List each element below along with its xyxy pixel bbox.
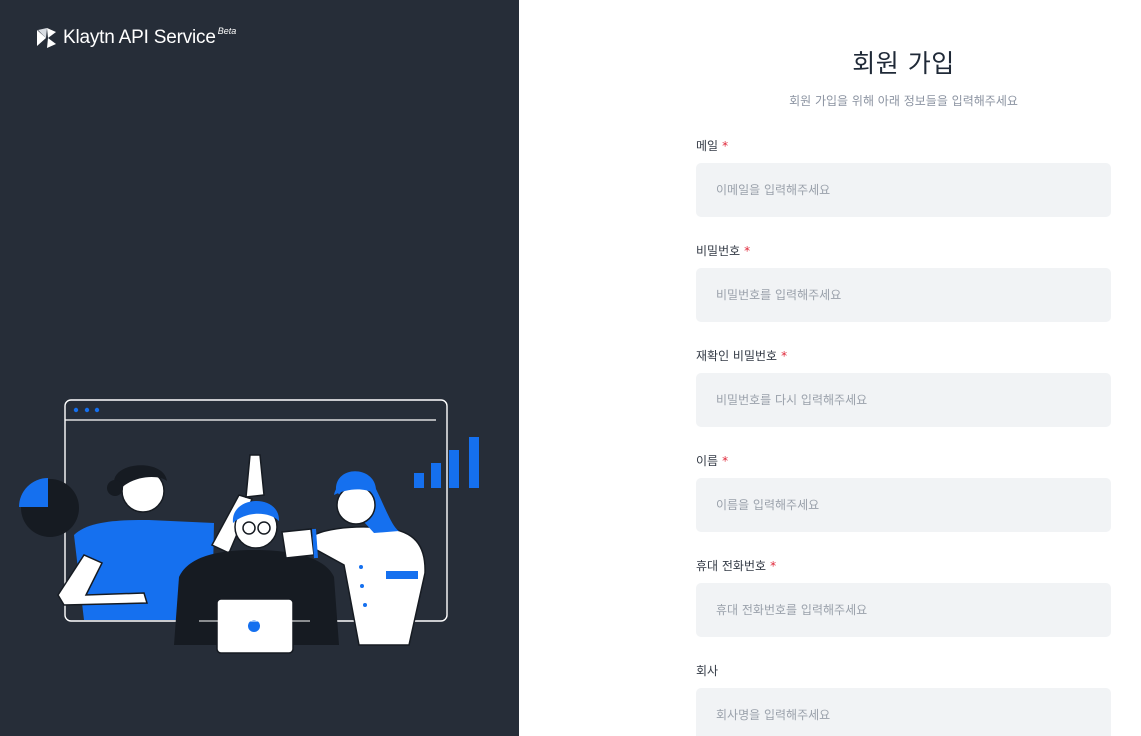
company-label: 회사 <box>696 662 1111 680</box>
name-label-text: 이름 <box>696 454 719 468</box>
company-field-group: 회사 <box>696 662 1111 736</box>
required-mark: * <box>744 244 751 258</box>
required-mark: * <box>770 559 777 573</box>
phone-input[interactable] <box>696 583 1111 637</box>
password-confirm-field-group: 재확인 비밀번호 * <box>696 347 1111 427</box>
page-title: 회원 가입 <box>852 49 955 78</box>
name-label: 이름 * <box>696 452 1111 470</box>
page-subtitle: 회원 가입을 위해 아래 정보들을 입력해주세요 <box>789 94 1018 108</box>
email-input[interactable] <box>696 163 1111 217</box>
phone-field-group: 휴대 전화번호 * <box>696 557 1111 637</box>
company-input[interactable] <box>696 688 1111 736</box>
klaytn-logo-icon <box>37 28 56 48</box>
email-label-text: 메일 <box>696 139 719 153</box>
brand-name: Klaytn API Service <box>63 27 216 48</box>
required-mark: * <box>722 139 729 153</box>
company-label-text: 회사 <box>696 664 719 678</box>
required-mark: * <box>781 349 788 363</box>
signup-form: 메일 * 비밀번호 * 재확인 비밀번호 * 이름 * <box>696 137 1111 736</box>
brand-panel: Klaytn API Service Beta <box>0 0 519 736</box>
password-confirm-label: 재확인 비밀번호 * <box>696 347 1111 365</box>
phone-label: 휴대 전화번호 * <box>696 557 1111 575</box>
team-high-five-illustration <box>19 399 479 654</box>
required-mark: * <box>722 454 729 468</box>
password-confirm-label-text: 재확인 비밀번호 <box>696 349 778 363</box>
signup-panel: 회원 가입 회원 가입을 위해 아래 정보들을 입력해주세요 메일 * 비밀번호… <box>519 0 1141 736</box>
password-field-group: 비밀번호 * <box>696 242 1111 322</box>
password-label-text: 비밀번호 <box>696 244 741 258</box>
password-input[interactable] <box>696 268 1111 322</box>
password-confirm-input[interactable] <box>696 373 1111 427</box>
phone-label-text: 휴대 전화번호 <box>696 559 767 573</box>
name-field-group: 이름 * <box>696 452 1111 532</box>
klaytn-logo[interactable]: Klaytn API Service Beta <box>34 26 236 50</box>
name-input[interactable] <box>696 478 1111 532</box>
beta-badge: Beta <box>217 26 237 36</box>
email-field-group: 메일 * <box>696 137 1111 217</box>
signup-header: 회원 가입 회원 가입을 위해 아래 정보들을 입력해주세요 <box>696 44 1111 109</box>
email-label: 메일 * <box>696 137 1111 155</box>
password-label: 비밀번호 * <box>696 242 1111 260</box>
